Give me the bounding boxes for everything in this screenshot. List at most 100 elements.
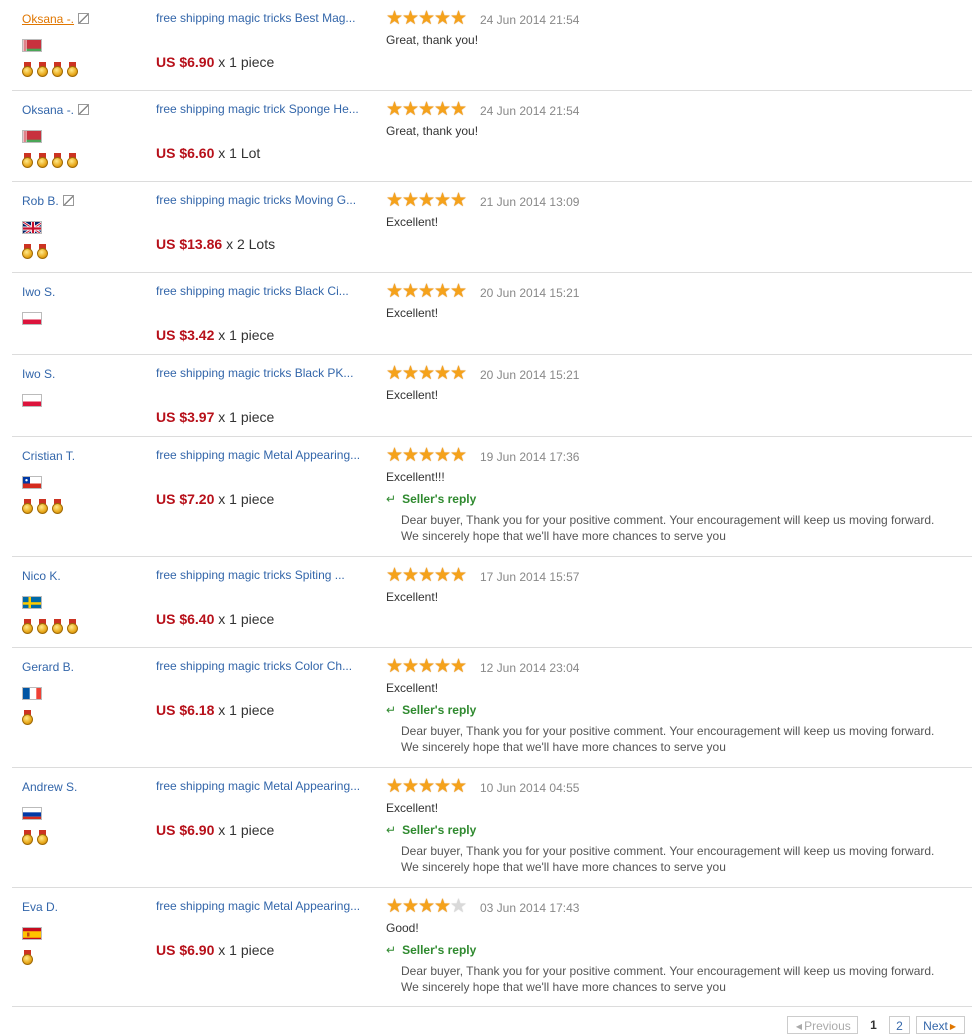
next-label: Next: [923, 1019, 948, 1033]
order-price-line: US $6.18 x 1 piece: [156, 702, 274, 718]
product-info: free shipping magic trick Sponge He... US…: [156, 101, 378, 161]
seller-reply-text: Dear buyer, Thank you for your positive …: [386, 843, 966, 875]
product-link[interactable]: free shipping magic tricks Black Ci...: [156, 283, 378, 299]
buyer-info: Eva D.: [22, 898, 142, 965]
seller-reply-title: ↵ Seller's reply: [386, 822, 966, 838]
medal-icon: [52, 62, 63, 77]
feedback-row: Oksana -. free shipping magic tricks Best…: [12, 0, 972, 91]
page-1-link[interactable]: 1: [864, 1016, 883, 1034]
feedback-row: Oksana -. free shipping magic trick Spong…: [12, 91, 972, 182]
product-link[interactable]: free shipping magic Metal Appearing...: [156, 898, 378, 914]
price: US $6.90: [156, 54, 215, 70]
next-button[interactable]: Next ▶: [916, 1016, 965, 1034]
feedback-date: 17 Jun 2014 15:57: [480, 570, 580, 584]
buyer-name-link[interactable]: Oksana -.: [22, 103, 74, 117]
star-icon: ★: [386, 8, 404, 29]
feedback-row: Andrew S. free shipping magic Metal Appea…: [12, 768, 972, 888]
product-info: free shipping magic tricks Black Ci... US…: [156, 283, 378, 343]
medal-icon: [22, 499, 33, 514]
feedback-comment: Great, thank you!: [386, 33, 479, 47]
edit-note-icon[interactable]: [78, 104, 90, 115]
page-2-link[interactable]: 2: [889, 1016, 910, 1034]
order-price-line: US $6.90 x 1 piece: [156, 54, 274, 70]
buyer-name-link[interactable]: Iwo S.: [22, 367, 55, 381]
star-icon: ★: [434, 896, 452, 917]
product-link[interactable]: free shipping magic trick Sponge He...: [156, 101, 378, 117]
star-icon: ★: [418, 445, 436, 466]
product-link[interactable]: free shipping magic tricks Black PK...: [156, 365, 378, 381]
feedback-content: ★★★★★ 10 Jun 2014 04:55 Excellent! ↵ Seller'…: [386, 777, 966, 875]
star-icon: ★: [434, 363, 452, 384]
product-link[interactable]: free shipping magic tricks Best Mag...: [156, 10, 378, 26]
seller-reply-label: Seller's reply: [402, 823, 477, 837]
feedback-row: Cristian T. free shipping magic Metal App…: [12, 437, 972, 557]
feedback-date: 24 Jun 2014 21:54: [480, 13, 580, 27]
quantity: x 2 Lots: [226, 236, 276, 252]
product-info: free shipping magic Metal Appearing... US…: [156, 898, 378, 958]
next-arrow-icon: ▶: [949, 1022, 956, 1031]
medal-icon: [22, 710, 33, 725]
quantity: x 1 piece: [218, 611, 275, 627]
star-icon: ★: [450, 565, 468, 586]
feedback-content: ★★★★★ 21 Jun 2014 13:09 Excellent!: [386, 190, 966, 230]
feedback-content: ★★★★★ 03 Jun 2014 17:43 Good! ↵ Seller's rep…: [386, 896, 966, 995]
medal-icon: [37, 244, 48, 259]
pagination: ◀ Previous 1 2 Next ▶: [784, 1016, 965, 1034]
star-icon: ★: [418, 363, 436, 384]
buyer-info: Iwo S.: [22, 365, 142, 407]
seller-reply-text: Dear buyer, Thank you for your positive …: [386, 512, 966, 544]
product-link[interactable]: free shipping magic tricks Spiting ...: [156, 567, 378, 583]
star-icon: ★: [386, 363, 404, 384]
star-rating: ★★★★★: [386, 281, 467, 302]
product-link[interactable]: free shipping magic tricks Moving G...: [156, 192, 378, 208]
medal-icon: [37, 619, 48, 634]
medal-icon: [37, 153, 48, 168]
product-link[interactable]: free shipping magic Metal Appearing...: [156, 447, 378, 463]
feedback-content: ★★★★★ 19 Jun 2014 17:36 Excellent!!! ↵ Selle…: [386, 445, 966, 544]
star-icon: ★: [418, 8, 436, 29]
feedback-row: Eva D. free shipping magic Metal Appearin…: [12, 888, 972, 1007]
star-icon: ★: [450, 190, 468, 211]
star-icon: ★: [402, 99, 420, 120]
feedback-comment: Excellent!: [386, 306, 439, 320]
star-icon: ★: [434, 190, 452, 211]
star-icon: ★: [402, 565, 420, 586]
seller-reply-text: Dear buyer, Thank you for your positive …: [386, 963, 966, 995]
star-icon: ★: [434, 99, 452, 120]
buyer-name-link[interactable]: Eva D.: [22, 900, 58, 914]
star-rating: ★★★★★: [386, 896, 468, 917]
star-icon: ★: [450, 656, 468, 677]
quantity: x 1 piece: [218, 702, 275, 718]
feedback-row: Nico K. free shipping magic tricks Spitin…: [12, 557, 972, 648]
buyer-level-medals: [22, 710, 37, 726]
star-icon: ★: [402, 896, 420, 917]
buyer-name-link[interactable]: Nico K.: [22, 569, 61, 583]
star-icon: ★: [434, 445, 452, 466]
buyer-name-link[interactable]: Oksana -.: [22, 12, 74, 26]
feedback-comment: Excellent!: [386, 215, 439, 229]
price: US $6.40: [156, 611, 215, 627]
buyer-name-link[interactable]: Cristian T.: [22, 449, 75, 463]
quantity: x 1 piece: [218, 409, 275, 425]
seller-reply-line: We sincerely hope that we'll have more c…: [401, 529, 726, 543]
product-link[interactable]: free shipping magic tricks Color Ch...: [156, 658, 378, 674]
star-icon: ★: [418, 565, 436, 586]
medal-icon: [52, 153, 63, 168]
star-icon: ★: [450, 896, 468, 917]
buyer-name-link[interactable]: Andrew S.: [22, 780, 77, 794]
reply-arrow-icon: ↵: [386, 823, 397, 837]
price: US $6.90: [156, 942, 215, 958]
star-icon: ★: [450, 99, 468, 120]
edit-note-icon[interactable]: [78, 13, 90, 24]
buyer-name-link[interactable]: Gerard B.: [22, 660, 74, 674]
order-price-line: US $3.97 x 1 piece: [156, 409, 274, 425]
product-link[interactable]: free shipping magic Metal Appearing...: [156, 778, 378, 794]
star-icon: ★: [386, 281, 404, 302]
previous-button[interactable]: ◀ Previous: [786, 1016, 858, 1034]
edit-note-icon[interactable]: [62, 195, 74, 206]
buyer-name-link[interactable]: Rob B.: [22, 194, 59, 208]
medal-icon: [52, 499, 63, 514]
country-flag-icon: [22, 312, 42, 325]
buyer-name-link[interactable]: Iwo S.: [22, 285, 55, 299]
star-icon: ★: [402, 656, 420, 677]
